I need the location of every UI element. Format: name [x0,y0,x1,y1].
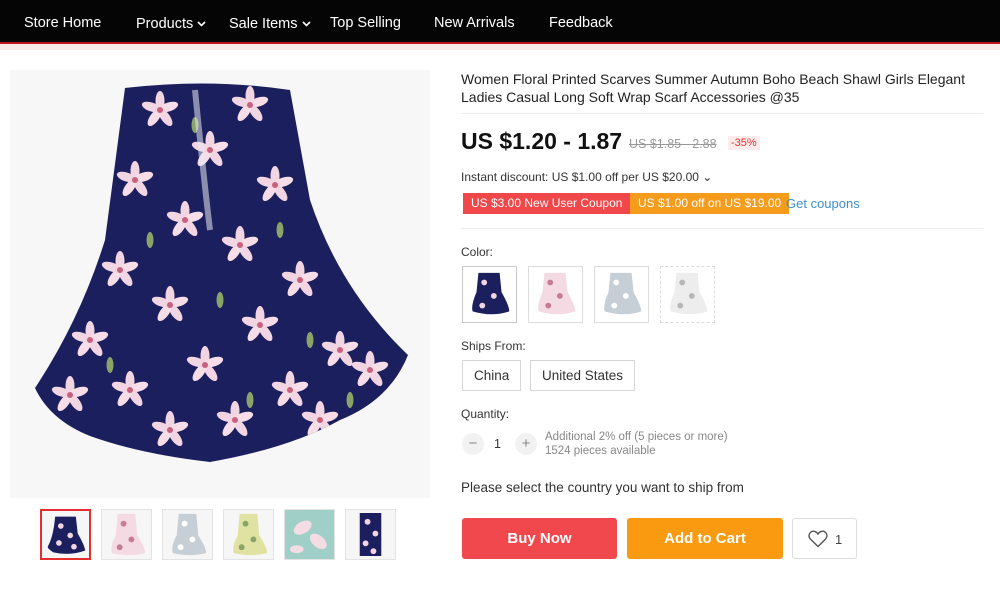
thumbnail-yellow-floral[interactable] [223,509,274,560]
thumbnail-navy-floral[interactable] [40,509,91,560]
thumbnail-teal-closeup[interactable] [284,509,335,560]
ships-from-label: Ships From: [461,339,526,353]
thumbnail-navy-floral-alt[interactable] [345,509,396,560]
quantity-decrease-button[interactable]: − [462,433,484,455]
quantity-discount-note: Additional 2% off (5 pieces or more) [545,431,728,443]
instant-discount[interactable]: Instant discount: US $1.00 off per US $2… [461,170,712,184]
quantity-increase-button[interactable]: + [515,433,537,455]
nav-store-home[interactable]: Store Home [24,0,101,44]
nav-label: Sale Items [229,16,298,32]
chevron-down-icon [197,0,206,46]
main-product-image[interactable] [10,70,430,498]
original-price: US $1.85 - 2.88 [629,137,717,151]
divider [461,113,983,114]
color-swatch-pink[interactable] [528,266,583,323]
get-coupons-link[interactable]: Get coupons [786,196,860,211]
wishlist-button[interactable]: 1 [792,518,857,559]
nav-separator [0,44,1000,50]
nav-sale-items[interactable]: Sale Items [229,0,311,44]
nav-feedback[interactable]: Feedback [549,0,613,44]
nav-label: Feedback [549,15,613,31]
color-label: Color: [461,245,494,259]
heart-icon [808,530,828,548]
scarf-illustration [35,83,408,463]
thumbnail-pink-floral[interactable] [101,509,152,560]
stock-available: 1524 pieces available [545,445,656,457]
nav-products[interactable]: Products [136,0,206,44]
color-swatch-grey[interactable] [594,266,649,323]
quantity-label: Quantity: [461,407,510,421]
color-swatch-navy[interactable] [462,266,517,323]
add-to-cart-button[interactable]: Add to Cart [627,518,783,559]
nav-top-selling[interactable]: Top Selling [330,0,401,44]
ships-from-united-states[interactable]: United States [530,360,636,391]
new-user-coupon[interactable]: US $3.00 New User Coupon [463,193,631,214]
color-swatch-white[interactable] [660,266,715,323]
product-price: US $1.20 - 1.87 [461,128,623,154]
wishlist-count: 1 [835,532,843,547]
thumbnail-grey-floral[interactable] [162,509,213,560]
ships-from-china[interactable]: China [462,360,522,391]
discount-badge: -35% [728,136,760,150]
store-coupon[interactable]: US $1.00 off on US $19.00 [630,193,790,214]
top-navigation: Store Home Products Sale Items Top Selli… [0,0,1000,44]
nav-label: Store Home [24,15,102,31]
ship-country-message: Please select the country you want to sh… [461,480,744,495]
quantity-value[interactable]: 1 [494,437,501,451]
nav-label: New Arrivals [434,15,515,31]
buy-now-button[interactable]: Buy Now [462,518,617,559]
divider [461,228,983,229]
nav-new-arrivals[interactable]: New Arrivals [434,0,515,44]
chevron-down-icon [301,0,311,46]
nav-label: Products [136,16,194,32]
product-title: Women Floral Printed Scarves Summer Autu… [461,71,965,105]
nav-label: Top Selling [330,15,401,31]
